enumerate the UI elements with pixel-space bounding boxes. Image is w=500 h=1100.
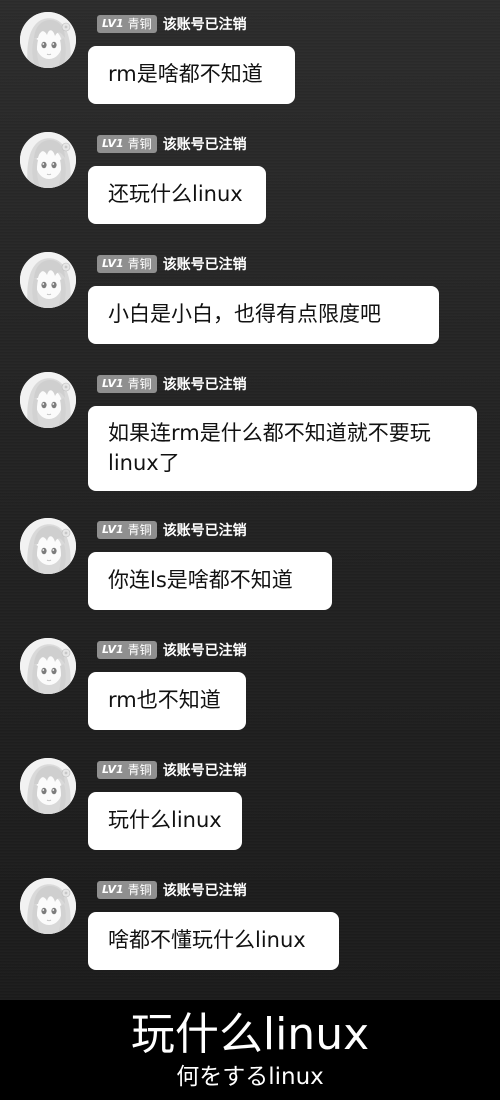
username[interactable]: 该账号已注销 [163,374,247,394]
avatar[interactable] [20,518,76,574]
level-badge: LV1 青铜 [97,881,157,899]
anime-girl-avatar-icon [20,372,76,428]
anime-girl-avatar-icon [20,12,76,68]
avatar[interactable] [20,12,76,68]
level-name: 青铜 [127,257,152,271]
message-bubble[interactable]: 玩什么linux [88,792,242,850]
username[interactable]: 该账号已注销 [163,254,247,274]
level-badge-label: LV1 [102,17,124,30]
level-name: 青铜 [127,883,152,897]
level-name: 青铜 [127,523,152,537]
level-badge-label: LV1 [102,377,124,390]
anime-girl-avatar-icon [20,638,76,694]
message-bubble[interactable]: 还玩什么linux [88,166,266,224]
caption-main: 玩什么linux [130,1009,370,1060]
message-meta: LV1 青铜 该账号已注销 [97,254,247,274]
message-bubble[interactable]: rm也不知道 [88,672,246,730]
level-badge-label: LV1 [102,137,124,150]
level-badge: LV1 青铜 [97,521,157,539]
anime-girl-avatar-icon [20,518,76,574]
message-bubble[interactable]: 啥都不懂玩什么linux [88,912,339,970]
level-badge-label: LV1 [102,883,124,896]
username[interactable]: 该账号已注销 [163,760,247,780]
level-badge: LV1 青铜 [97,375,157,393]
avatar[interactable] [20,132,76,188]
username[interactable]: 该账号已注销 [163,134,247,154]
message-bubble[interactable]: 如果连rm是什么都不知道就不要玩linux了 [88,406,477,491]
level-badge: LV1 青铜 [97,15,157,33]
level-badge-label: LV1 [102,523,124,536]
avatar[interactable] [20,638,76,694]
level-name: 青铜 [127,377,152,391]
avatar[interactable] [20,372,76,428]
level-badge: LV1 青铜 [97,761,157,779]
message-bubble[interactable]: 小白是小白，也得有点限度吧 [88,286,439,344]
username[interactable]: 该账号已注销 [163,880,247,900]
avatar[interactable] [20,878,76,934]
message-meta: LV1 青铜 该账号已注销 [97,374,247,394]
message-meta: LV1 青铜 该账号已注销 [97,134,247,154]
message-meta: LV1 青铜 该账号已注销 [97,760,247,780]
username[interactable]: 该账号已注销 [163,640,247,660]
username[interactable]: 该账号已注销 [163,520,247,540]
caption-sub: 何をするlinux [176,1064,324,1090]
caption-footer: 玩什么linux 何をするlinux [0,1000,500,1100]
level-badge-label: LV1 [102,257,124,270]
avatar[interactable] [20,252,76,308]
message-meta: LV1 青铜 该账号已注销 [97,520,247,540]
level-name: 青铜 [127,643,152,657]
anime-girl-avatar-icon [20,252,76,308]
chat-area: LV1 青铜 该账号已注销 rm是啥都不知道 LV1 青铜 该账号已注销 还玩什… [0,0,500,1000]
anime-girl-avatar-icon [20,132,76,188]
message-bubble[interactable]: rm是啥都不知道 [88,46,295,104]
level-badge: LV1 青铜 [97,641,157,659]
message-meta: LV1 青铜 该账号已注销 [97,14,247,34]
username[interactable]: 该账号已注销 [163,14,247,34]
level-name: 青铜 [127,763,152,777]
level-badge-label: LV1 [102,643,124,656]
level-name: 青铜 [127,17,152,31]
message-bubble[interactable]: 你连ls是啥都不知道 [88,552,332,610]
level-name: 青铜 [127,137,152,151]
level-badge-label: LV1 [102,763,124,776]
avatar[interactable] [20,758,76,814]
message-meta: LV1 青铜 该账号已注销 [97,880,247,900]
message-meta: LV1 青铜 该账号已注销 [97,640,247,660]
level-badge: LV1 青铜 [97,255,157,273]
level-badge: LV1 青铜 [97,135,157,153]
anime-girl-avatar-icon [20,758,76,814]
anime-girl-avatar-icon [20,878,76,934]
